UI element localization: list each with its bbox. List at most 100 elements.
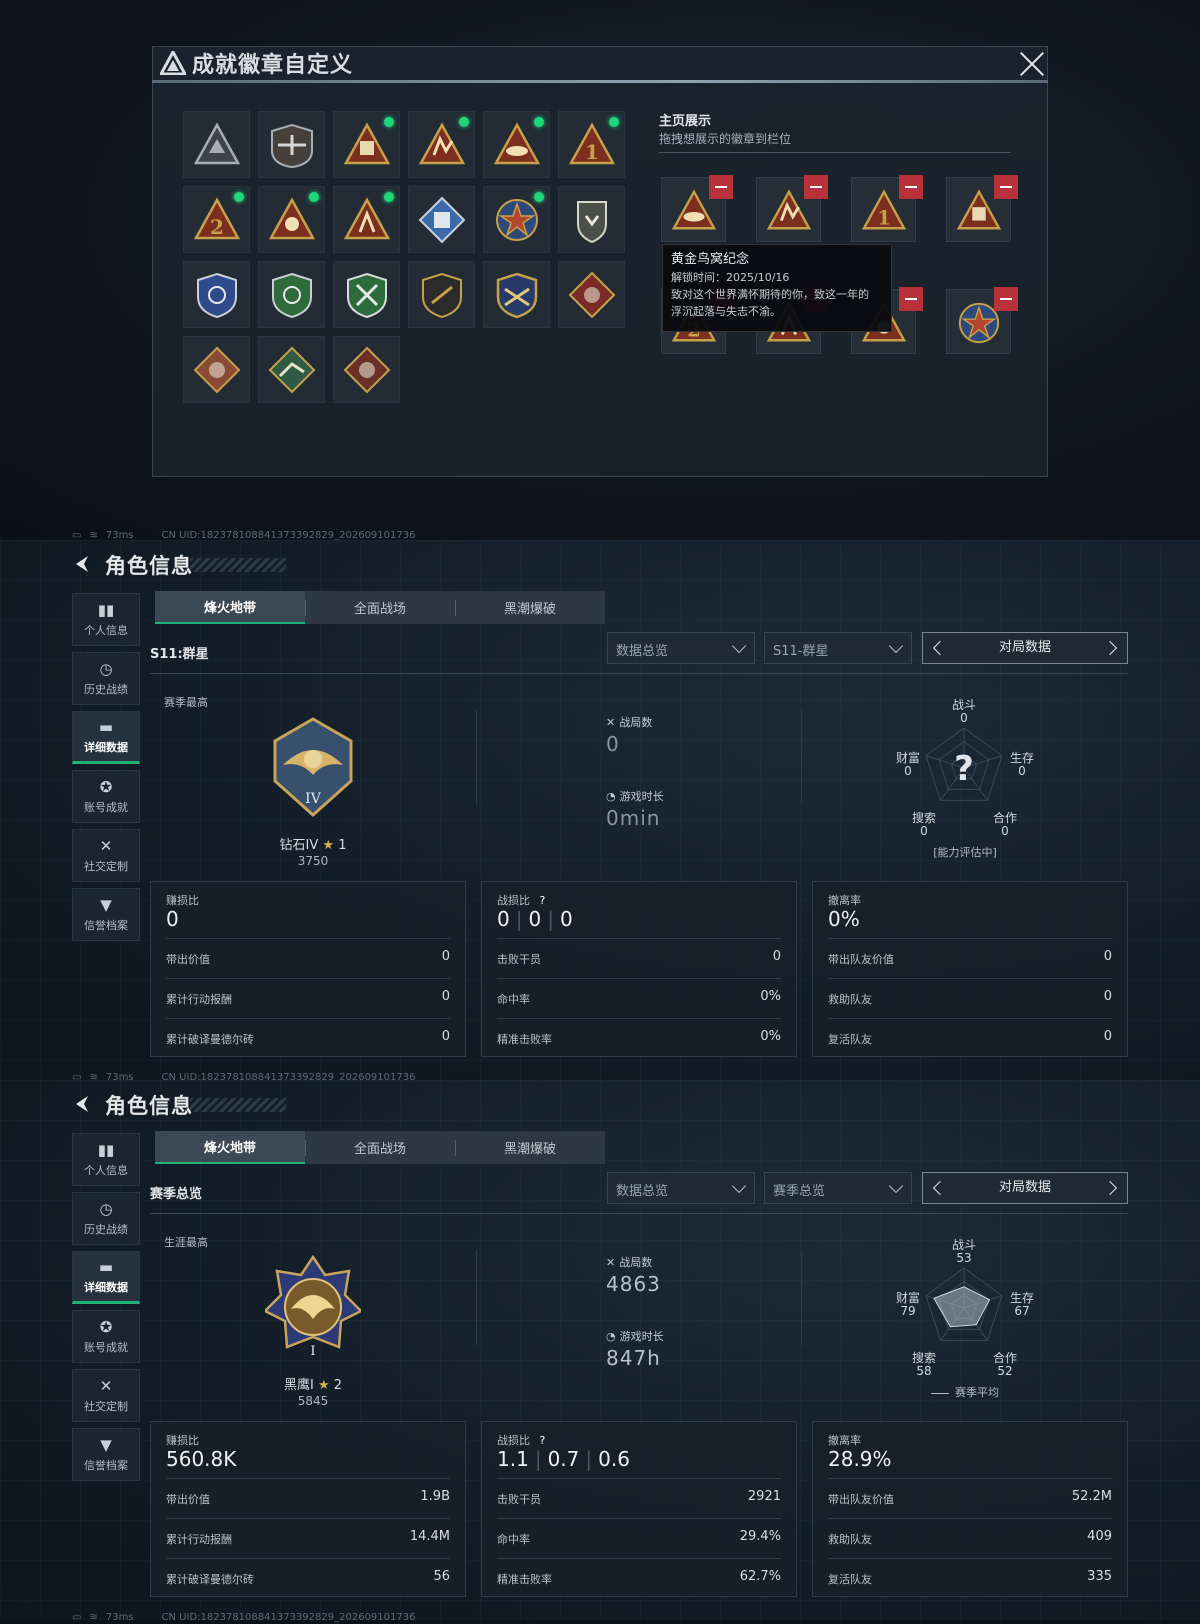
remove-icon[interactable]	[804, 175, 828, 199]
radar-wealth: 财富 0	[888, 752, 928, 778]
nav-achievements[interactable]: ✪ 账号成就	[72, 770, 140, 823]
nav-achievements[interactable]: ✪ 账号成就	[72, 1310, 140, 1363]
match-data-switch[interactable]: 对局数据	[922, 1172, 1128, 1204]
nav-detailed-data[interactable]: ▬ 详细数据	[72, 1251, 140, 1304]
playtime-value: 0min	[606, 806, 661, 830]
matches-value: 0	[606, 732, 620, 756]
remove-icon[interactable]	[899, 175, 923, 199]
nav-history[interactable]: ◷ 历史战绩	[72, 652, 140, 705]
remove-icon[interactable]	[899, 287, 923, 311]
nav-personal-info[interactable]: ▮▮ 个人信息	[72, 1133, 140, 1186]
help-icon[interactable]: ?	[540, 1434, 546, 1447]
badge-cell[interactable]	[333, 261, 400, 328]
badge-cell[interactable]	[183, 111, 250, 178]
badge-cell[interactable]	[333, 186, 400, 253]
showcase-slot[interactable]	[661, 175, 733, 242]
stat-card-extract: 撤离率 0% 带出队友价值 0 救助队友 0 复活队友 0	[812, 881, 1128, 1057]
match-data-label: 对局数据	[998, 1180, 1051, 1195]
stat-card-kd: 战损比 ? 0 | 0 | 0 击败干员 0 命中率 0% 精准击败率 0%	[481, 881, 797, 1057]
badge-cell[interactable]	[258, 186, 325, 253]
badge-cell[interactable]	[408, 186, 475, 253]
showcase-slot[interactable]	[946, 287, 1018, 354]
radar-coop: 合作 0	[985, 812, 1025, 838]
badge-cell[interactable]	[483, 111, 550, 178]
help-icon[interactable]: ?	[540, 894, 546, 907]
back-arrow-icon[interactable]	[72, 554, 92, 574]
tools-icon: ✕	[99, 1377, 113, 1395]
card-title: 撤离率	[828, 894, 861, 907]
row-value: 56	[433, 1569, 450, 1584]
shield-icon: ▼	[100, 896, 112, 914]
row-label: 救助队友	[828, 993, 872, 1006]
badge-cell[interactable]	[408, 111, 475, 178]
tab-blacktide[interactable]: 黑潮爆破	[455, 591, 605, 624]
card-value: 0 | 0 | 0	[497, 907, 573, 931]
badge-cell[interactable]	[333, 336, 400, 403]
nav-history[interactable]: ◷ 历史战绩	[72, 1192, 140, 1245]
badge-cell[interactable]	[258, 336, 325, 403]
badge-cell[interactable]	[558, 186, 625, 253]
tab-firezone[interactable]: 烽火地带	[155, 591, 305, 624]
chevron-left-icon[interactable]	[932, 1180, 948, 1196]
season-dropdown[interactable]: S11-群星	[764, 632, 912, 664]
close-icon[interactable]	[1018, 50, 1046, 78]
row-label: 带出价值	[166, 953, 210, 966]
badge-cell[interactable]	[558, 261, 625, 328]
data-overview-dropdown[interactable]: 数据总览	[607, 1172, 755, 1204]
nav-social[interactable]: ✕ 社交定制	[72, 1369, 140, 1422]
badge-cell[interactable]: 2	[183, 186, 250, 253]
badge-cell[interactable]	[258, 261, 325, 328]
badge-cell[interactable]	[408, 261, 475, 328]
tab-battlefield[interactable]: 全面战场	[305, 591, 455, 624]
remove-icon[interactable]	[709, 175, 733, 199]
data-overview-dropdown[interactable]: 数据总览	[607, 632, 755, 664]
nav-personal-info[interactable]: ▮▮ 个人信息	[72, 593, 140, 646]
battery-icon: ▭	[72, 1611, 82, 1623]
badge-cell[interactable]: 1	[558, 111, 625, 178]
chevron-right-icon[interactable]	[1102, 1180, 1118, 1196]
svg-text:IV: IV	[305, 791, 322, 807]
matches-label-text: 战局数	[619, 1256, 653, 1269]
badge-cell[interactable]	[483, 186, 550, 253]
stat-row: 复活队友 0	[828, 1018, 1112, 1056]
card-title: 撤离率	[828, 1434, 861, 1447]
kd-value: 0	[497, 907, 510, 931]
badge-cell[interactable]	[333, 111, 400, 178]
divider	[476, 1250, 477, 1345]
badge-icon	[343, 197, 391, 240]
stat-row: 累计行动报酬 14.4M	[166, 1518, 450, 1556]
nav-credit[interactable]: ▼ 信誉档案	[72, 1428, 140, 1481]
badge-cell[interactable]	[183, 261, 250, 328]
badge-cell[interactable]	[483, 261, 550, 328]
badge-cell[interactable]	[183, 336, 250, 403]
row-value: 14.4M	[409, 1529, 450, 1544]
chevron-right-icon[interactable]	[1102, 640, 1118, 656]
playtime-label-text: 游戏时长	[619, 790, 664, 803]
showcase-slot[interactable]	[946, 175, 1018, 242]
tab-blacktide[interactable]: 黑潮爆破	[455, 1131, 605, 1164]
radar-value: 0	[1018, 764, 1026, 778]
radar-value: 0	[904, 764, 912, 778]
medal-icon: ✪	[99, 778, 113, 796]
back-arrow-icon[interactable]	[72, 1094, 92, 1114]
tab-firezone[interactable]: 烽火地带	[155, 1131, 305, 1164]
playtime-label-text: 游戏时长	[619, 1330, 664, 1343]
match-data-switch[interactable]: 对局数据	[922, 632, 1128, 664]
uid-text: CN UID:18237810884137339​2829_2026091017…	[161, 1611, 416, 1623]
remove-icon[interactable]	[994, 287, 1018, 311]
tab-battlefield[interactable]: 全面战场	[305, 1131, 455, 1164]
remove-icon[interactable]	[994, 175, 1018, 199]
showcase-slot[interactable]: 1	[851, 175, 923, 242]
matches-label: ✕ 战局数	[606, 714, 652, 730]
best-rank-label: 生涯最高	[164, 1236, 208, 1249]
season-dropdown[interactable]: 赛季总览	[764, 1172, 912, 1204]
nav-detailed-data[interactable]: ▬ 详细数据	[72, 711, 140, 764]
radar-survival: 生存 67	[1002, 1292, 1042, 1318]
showcase-slot[interactable]	[756, 175, 828, 242]
chevron-left-icon[interactable]	[932, 640, 948, 656]
rank-points: 5845	[297, 1394, 329, 1408]
badge-cell[interactable]	[258, 111, 325, 178]
nav-credit[interactable]: ▼ 信誉档案	[72, 888, 140, 941]
nav-social[interactable]: ✕ 社交定制	[72, 829, 140, 882]
row-label: 复活队友	[828, 1033, 872, 1046]
